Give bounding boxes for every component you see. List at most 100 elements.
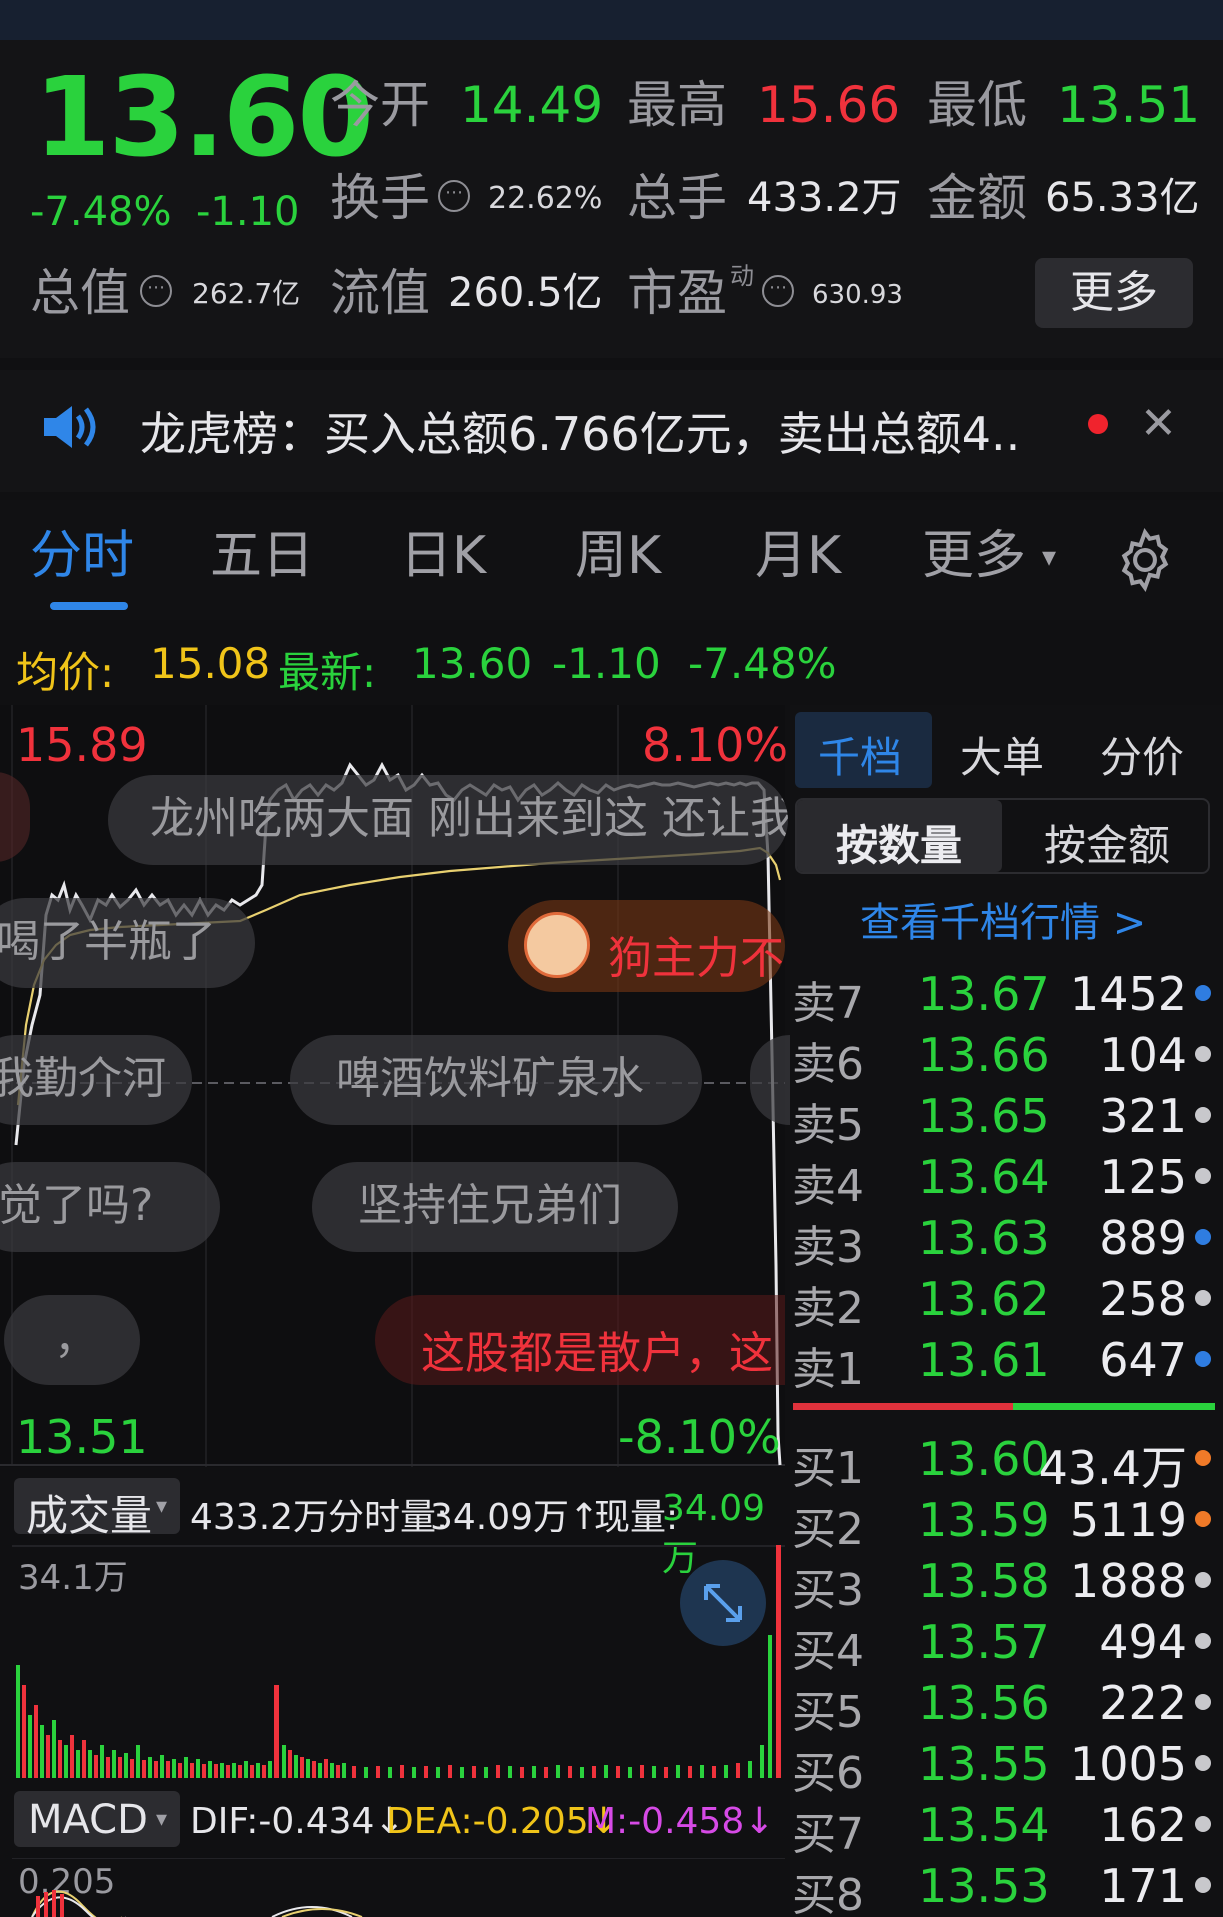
change-amount: -1.10 (196, 189, 300, 235)
bid-row[interactable]: 买4 13.57 494 (790, 1611, 1223, 1677)
ask-marker-dot (1195, 1351, 1211, 1367)
bid-marker-dot (1195, 1572, 1211, 1588)
ask-level-label: 卖2 (792, 1283, 864, 1334)
tab-big-orders[interactable]: 大单 (960, 724, 1044, 785)
danmaku-comment[interactable]: 坚持住兄弟们 (312, 1162, 678, 1252)
bid-level-label: 买4 (792, 1626, 864, 1677)
volume-selector-label[interactable]: 成交量 (26, 1482, 152, 1543)
bid-price: 13.60 (918, 1432, 1050, 1486)
high-label: 最高 (627, 76, 727, 134)
notice-text[interactable]: 龙虎榜：买入总额6.766亿元，卖出总额4.. (140, 398, 1020, 464)
macd-dea: DEA:-0.205↓ (386, 1801, 619, 1842)
tab-monthly-k[interactable]: 月K (755, 530, 841, 582)
tab-weekly-k[interactable]: 周K (575, 530, 661, 582)
bid-marker-dot (1195, 1511, 1211, 1527)
ask-row[interactable]: 卖6 13.66 104 (790, 1024, 1223, 1090)
expand-icon (704, 1584, 742, 1622)
bid-marker-dot (1195, 1877, 1211, 1893)
market-cap-label: 总值 (30, 264, 130, 322)
danmaku-comment[interactable]: 啤酒饮料矿泉水 (290, 1035, 702, 1125)
avg-price-value: 15.08 (150, 639, 271, 688)
latest-label: 最新: (278, 648, 377, 697)
bid-level-label: 买5 (792, 1687, 864, 1738)
ask-price: 13.61 (918, 1333, 1050, 1387)
ask-ratio-bar (793, 1403, 1013, 1410)
tab-price-dist[interactable]: 分价 (1100, 724, 1184, 785)
subtab-by-amount[interactable]: 按金额 (1044, 812, 1170, 873)
volume-bars (16, 1545, 781, 1778)
ask-quantity: 1452 (1069, 967, 1187, 1021)
ask-row[interactable]: 卖3 13.63 889 (790, 1207, 1223, 1273)
market-cap-value: 262.7亿 (192, 277, 301, 310)
tab-more[interactable]: 更多 (922, 530, 1026, 582)
bid-marker-dot (1195, 1633, 1211, 1649)
subtab-by-quantity-label[interactable]: 按数量 (836, 812, 962, 873)
tab-five-day[interactable]: 五日 (210, 530, 314, 582)
pe-info-icon[interactable]: ⋯ (762, 275, 794, 307)
volume-header: 成交量 ▾ 433.2万 分时量: 34.09万↑ 现量: 34.09万 (0, 1470, 785, 1579)
bid-row[interactable]: 买5 13.56 222 (790, 1672, 1223, 1738)
bid-price: 13.59 (918, 1493, 1050, 1547)
danmaku-comment[interactable]: 喝了半瓶了 (0, 898, 255, 988)
expand-button[interactable] (680, 1560, 766, 1646)
speaker-icon (44, 406, 96, 448)
macd-selector-label[interactable]: MACD (28, 1797, 148, 1843)
pe-value: 630.93 (812, 280, 903, 310)
more-button[interactable]: 更多 (1035, 258, 1193, 328)
tab-daily-k[interactable]: 日K (400, 530, 486, 582)
bid-row[interactable]: 买1 13.60 43.4万 (790, 1428, 1223, 1495)
bid-row[interactable]: 买2 13.59 5119 (790, 1489, 1223, 1555)
danmaku-comment[interactable]: 我勤介河 (0, 1035, 192, 1125)
last-price: 13.60 (34, 53, 374, 181)
volume-total: 433.2万 (190, 1497, 330, 1538)
bid-quantity: 1005 (1069, 1737, 1187, 1791)
avg-price-label: 均价: (16, 648, 115, 697)
tab-intraday[interactable]: 分时 (30, 530, 134, 582)
ask-price: 13.65 (918, 1089, 1050, 1143)
chart-top-price: 15.89 (16, 718, 148, 772)
chevron-down-icon: ▾ (1042, 540, 1057, 573)
tab-qiandang[interactable]: 千档 (818, 724, 902, 785)
bid-quantity: 5119 (1069, 1493, 1187, 1547)
tab-active-indicator (50, 602, 128, 610)
view-orderbook-link[interactable]: 查看千档行情 > (860, 890, 1146, 948)
bid-level-label: 买6 (792, 1748, 864, 1799)
danmaku-highlight-text: 狗主力不 (608, 933, 784, 984)
chart-bottom-price: 13.51 (16, 1410, 148, 1464)
market-cap-info-icon[interactable]: ⋯ (140, 275, 172, 307)
bid-row[interactable]: 买3 13.58 1888 (790, 1550, 1223, 1616)
turnover-info-icon[interactable]: ⋯ (438, 180, 470, 212)
bid-row[interactable]: 买8 13.53 171 (790, 1855, 1223, 1917)
notice-close-button[interactable]: ✕ (1140, 398, 1177, 449)
ask-row[interactable]: 卖7 13.67 1452 (790, 963, 1223, 1029)
ask-price: 13.63 (918, 1211, 1050, 1265)
bid-row[interactable]: 买7 13.54 162 (790, 1794, 1223, 1860)
ask-price: 13.62 (918, 1272, 1050, 1326)
danmaku-comment[interactable]: 龙州吃两大面 刚出来到这 还让我 (108, 775, 788, 865)
volume-label: 总手 (627, 169, 727, 227)
danmaku-comment[interactable]: 觉了吗? (0, 1162, 220, 1252)
danmaku-comment[interactable]: ， (4, 1295, 140, 1385)
ask-row[interactable]: 卖5 13.65 321 (790, 1085, 1223, 1151)
bid-quantity: 1888 (1069, 1554, 1187, 1608)
bid-marker-dot (1195, 1755, 1211, 1771)
danmaku-comment-red[interactable]: 这股都是散户，这 (375, 1295, 785, 1385)
bid-level-label: 买1 (792, 1443, 864, 1494)
bid-price: 13.57 (918, 1615, 1050, 1669)
bid-marker-dot (1195, 1694, 1211, 1710)
bid-ratio-bar (1013, 1403, 1215, 1410)
gear-icon[interactable] (1110, 525, 1180, 595)
pe-label: 市盈 (627, 264, 727, 322)
ask-price: 13.66 (918, 1028, 1050, 1082)
ask-level-label: 卖7 (792, 978, 864, 1029)
ask-row[interactable]: 卖2 13.62 258 (790, 1268, 1223, 1334)
bid-row[interactable]: 买6 13.55 1005 (790, 1733, 1223, 1799)
ask-row[interactable]: 卖1 13.61 647 (790, 1329, 1223, 1395)
bid-level-label: 买7 (792, 1809, 864, 1860)
ask-level-label: 卖3 (792, 1222, 864, 1273)
ask-row[interactable]: 卖4 13.64 125 (790, 1146, 1223, 1212)
ask-price: 13.67 (918, 967, 1050, 1021)
macd-chart (12, 1858, 785, 1917)
bid-price: 13.55 (918, 1737, 1050, 1791)
avatar-cat (524, 912, 590, 978)
